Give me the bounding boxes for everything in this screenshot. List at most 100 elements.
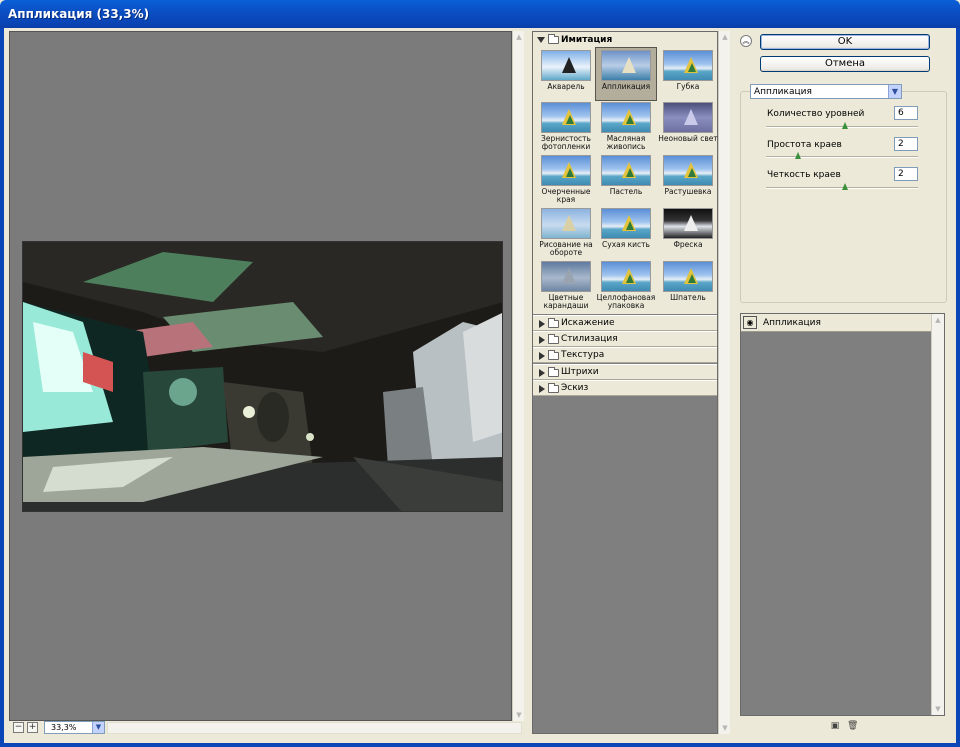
window-frame-left xyxy=(0,28,4,747)
filter-thumbnail xyxy=(541,50,591,81)
filter-thumb-sponge[interactable]: Губка xyxy=(657,48,719,91)
filter-thumbnail xyxy=(541,155,591,186)
filter-thumb-pastel[interactable]: Пастель xyxy=(595,153,657,196)
trash-icon[interactable]: 🗑 xyxy=(847,721,858,731)
param-levels-input[interactable]: 6 xyxy=(894,106,918,120)
filter-group-texture[interactable]: Текстура xyxy=(533,347,717,363)
expand-triangle-icon[interactable] xyxy=(537,37,545,43)
filter-thumb-label: Очерченные края xyxy=(541,187,591,204)
folder-icon xyxy=(548,334,559,344)
filter-thumb-label: Фреска xyxy=(673,240,703,249)
filter-group-label: Имитация xyxy=(561,35,613,45)
expand-triangle-icon[interactable] xyxy=(539,385,545,393)
filter-thumb-label: Аппликация xyxy=(601,82,651,91)
cancel-button[interactable]: Отмена xyxy=(760,56,930,72)
filter-thumb-neon-glow[interactable]: Неоновый свет xyxy=(657,100,719,143)
filter-thumb-fresco[interactable]: Фреска xyxy=(657,206,719,249)
collapse-up-icon[interactable]: ︽ xyxy=(740,35,752,47)
preview-vertical-scrollbar[interactable]: ▲ ▼ xyxy=(512,31,524,721)
filter-thumb-smudge[interactable]: Растушевка xyxy=(657,153,719,196)
effect-layers-panel: ◉ Аппликация xyxy=(740,313,945,716)
filter-thumbnail xyxy=(541,261,591,292)
param-edge-fidelity-input[interactable]: 2 xyxy=(894,167,918,181)
new-layer-icon[interactable]: ▣ xyxy=(830,721,840,731)
filter-group-label: Искажение xyxy=(561,318,615,328)
layers-scrollbar[interactable]: ▲ ▼ xyxy=(931,314,944,715)
zoom-value: 33,3% xyxy=(51,723,77,732)
scroll-up-icon[interactable]: ▲ xyxy=(514,32,524,42)
scroll-down-icon[interactable]: ▼ xyxy=(933,704,943,714)
scroll-up-icon[interactable]: ▲ xyxy=(933,315,943,325)
filter-group-label: Стилизация xyxy=(561,334,618,344)
filter-thumb-label: Шпатель xyxy=(670,293,706,302)
filter-group-artistic: Имитация Акварель Аппликация Губка Зерни… xyxy=(533,32,719,314)
chevron-down-icon[interactable]: ▼ xyxy=(92,722,104,733)
folder-icon xyxy=(548,367,559,377)
filter-thumbnail xyxy=(663,208,713,239)
param-edge-simplicity-slider[interactable] xyxy=(766,152,918,159)
zoom-bar: − + 33,3% ▼ xyxy=(9,721,524,735)
param-edge-simplicity-label: Простота краев xyxy=(767,140,842,150)
param-edge-fidelity-label: Четкость краев xyxy=(767,170,841,180)
window-titlebar: Аппликация (33,3%) xyxy=(0,0,960,28)
filter-thumb-label: Цветные карандаши xyxy=(543,293,589,310)
filter-thumb-dry-brush[interactable]: Сухая кисть xyxy=(595,206,657,249)
filter-group-stylize[interactable]: Стилизация xyxy=(533,331,717,347)
filter-thumb-label: Растушевка xyxy=(664,187,712,196)
filter-thumbnail xyxy=(541,208,591,239)
zoom-in-button[interactable]: + xyxy=(27,722,38,733)
slider-thumb-icon[interactable] xyxy=(841,183,848,190)
filter-group-brush-strokes[interactable]: Штрихи xyxy=(533,364,717,380)
eye-icon[interactable]: ◉ xyxy=(743,316,757,329)
filter-thumbnail xyxy=(663,50,713,81)
filter-thumbnail xyxy=(663,155,713,186)
filter-group-distort[interactable]: Искажение xyxy=(533,315,717,331)
folder-icon xyxy=(548,34,559,44)
expand-triangle-icon[interactable] xyxy=(539,352,545,360)
filter-thumb-poster-edges[interactable]: Очерченные края xyxy=(535,153,597,204)
filter-thumbnail xyxy=(601,261,651,292)
expand-triangle-icon[interactable] xyxy=(539,369,545,377)
filter-thumb-palette-knife[interactable]: Шпатель xyxy=(657,259,719,302)
filter-thumb-label: Масляная живопись xyxy=(606,134,646,151)
folder-icon xyxy=(548,350,559,360)
filter-thumbnail xyxy=(541,102,591,133)
filter-thumb-film-grain[interactable]: Зернистость фотопленки xyxy=(535,100,597,151)
filter-thumb-plastic-wrap[interactable]: Целлофановая упаковка xyxy=(595,259,657,310)
slider-thumb-icon[interactable] xyxy=(795,152,802,159)
filter-select-value: Аппликация xyxy=(754,87,812,97)
scroll-down-icon[interactable]: ▼ xyxy=(720,723,730,733)
filter-group-label: Эскиз xyxy=(561,383,589,393)
filter-thumbnail xyxy=(663,102,713,133)
filter-thumb-watercolor[interactable]: Акварель xyxy=(535,48,597,91)
preview-horizontal-scrollbar[interactable] xyxy=(107,722,522,734)
zoom-out-button[interactable]: − xyxy=(13,722,24,733)
gallery-scrollbar[interactable]: ▲ ▼ xyxy=(718,31,730,734)
filter-group-label: Штрихи xyxy=(561,367,599,377)
filter-thumb-cutout[interactable]: Аппликация xyxy=(595,47,657,101)
ok-button[interactable]: OK xyxy=(760,34,930,50)
preview-canvas[interactable] xyxy=(9,31,512,721)
filter-thumb-colored-pencil[interactable]: Цветные карандаши xyxy=(535,259,597,310)
expand-triangle-icon[interactable] xyxy=(539,336,545,344)
filter-group-sketch[interactable]: Эскиз xyxy=(533,380,717,396)
expand-triangle-icon[interactable] xyxy=(539,320,545,328)
filter-thumb-label: Сухая кисть xyxy=(602,240,650,249)
filter-thumb-underpainting[interactable]: Рисование на обороте xyxy=(535,206,597,257)
filter-thumb-dry-brush-oil[interactable]: Масляная живопись xyxy=(595,100,657,151)
filter-select[interactable]: Аппликация ▼ xyxy=(750,84,902,99)
param-edge-fidelity-slider[interactable] xyxy=(766,183,918,190)
effect-layer-row[interactable]: ◉ Аппликация xyxy=(741,314,932,332)
filter-group-header[interactable]: Имитация xyxy=(533,32,717,48)
scroll-down-icon[interactable]: ▼ xyxy=(514,710,524,720)
param-edge-simplicity-input[interactable]: 2 xyxy=(894,137,918,151)
folder-icon xyxy=(548,318,559,328)
zoom-select[interactable]: 33,3% ▼ xyxy=(44,721,105,734)
filter-thumbnail xyxy=(663,261,713,292)
scroll-up-icon[interactable]: ▲ xyxy=(720,32,730,42)
chevron-down-icon[interactable]: ▼ xyxy=(888,85,901,98)
slider-thumb-icon[interactable] xyxy=(841,122,848,129)
folder-icon xyxy=(548,383,559,393)
param-levels-slider[interactable] xyxy=(766,122,918,129)
filter-group-label: Текстура xyxy=(561,350,605,360)
